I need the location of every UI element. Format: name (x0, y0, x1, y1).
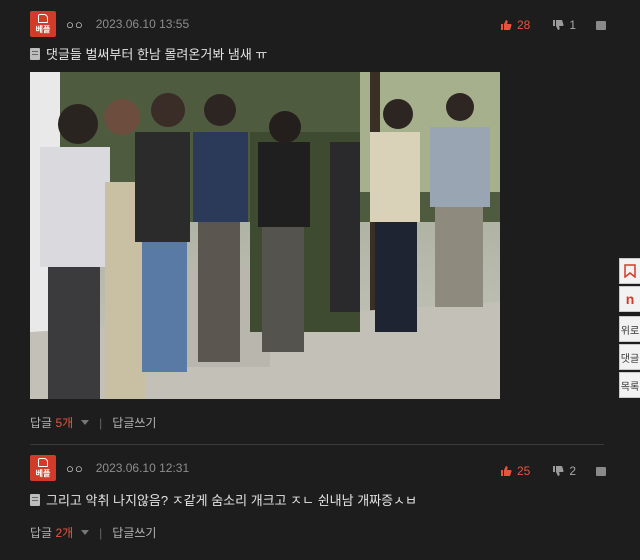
nickname[interactable]: ○○ (66, 461, 84, 476)
comment-text: 댓글들 벌써부터 한남 몰려온거봐 냄새 ㅠ (30, 44, 267, 63)
separator: | (99, 415, 103, 430)
side-top-button[interactable]: 위로 (619, 316, 640, 342)
vote-group: 28 1 (500, 18, 606, 32)
upvote-button[interactable]: 25 (500, 464, 530, 478)
side-share-button[interactable] (619, 258, 640, 284)
bookmark-icon (624, 264, 636, 278)
chevron-down-icon[interactable] (81, 530, 90, 535)
comment-meta: 베플 ○○ 2023.06.10 13:55 (30, 11, 190, 37)
nickname[interactable]: ○○ (66, 17, 84, 32)
downvote-button[interactable]: 1 (552, 18, 576, 32)
report-icon[interactable] (596, 20, 606, 30)
comment-date: 2023.06.10 13:55 (95, 17, 190, 31)
reply-toggle[interactable]: 답글 5개 (30, 414, 73, 431)
best-badge: 베플 (30, 455, 56, 481)
document-icon (30, 493, 40, 506)
downvote-button[interactable]: 2 (552, 464, 576, 478)
side-comments-button[interactable]: 댓글 (619, 344, 640, 370)
reply-bar: 답글 2개 | 답글쓰기 (30, 524, 156, 541)
comment-text: 그리고 악취 나지않음? ㅈ같게 숨소리 개크고 ㅈㄴ 쉰내남 개짜증ㅅㅂ (30, 490, 417, 509)
reply-count: 5개 (55, 416, 74, 430)
thumbs-up-icon (500, 20, 512, 30)
comment-divider (30, 444, 604, 445)
comment-meta: 베플 ○○ 2023.06.10 12:31 (30, 455, 190, 481)
separator: | (99, 525, 103, 540)
thumbs-up-icon (38, 458, 48, 467)
comment-date: 2023.06.10 12:31 (95, 461, 190, 475)
side-naver-button[interactable]: n (619, 286, 640, 312)
write-reply-link[interactable]: 답글쓰기 (112, 524, 156, 541)
side-list-button[interactable]: 목록 (619, 372, 640, 398)
thumbs-up-icon (500, 466, 512, 476)
chevron-down-icon[interactable] (81, 420, 90, 425)
comment-list: 베플 ○○ 2023.06.10 13:55 28 1 댓글들 벌써부터 한남 … (0, 0, 620, 560)
reply-toggle[interactable]: 답글 2개 (30, 524, 73, 541)
vote-group: 25 2 (500, 464, 606, 478)
thumbs-down-icon (553, 466, 564, 476)
upvote-button[interactable]: 28 (500, 18, 530, 32)
document-icon (30, 47, 40, 60)
comment-photo[interactable] (30, 72, 500, 399)
write-reply-link[interactable]: 답글쓰기 (112, 414, 156, 431)
report-icon[interactable] (596, 466, 606, 476)
thumbs-up-icon (38, 14, 48, 23)
reply-count: 2개 (55, 526, 74, 540)
reply-bar: 답글 5개 | 답글쓰기 (30, 414, 156, 431)
best-badge: 베플 (30, 11, 56, 37)
photo-people-waiting (30, 72, 500, 399)
thumbs-down-icon (553, 20, 564, 30)
